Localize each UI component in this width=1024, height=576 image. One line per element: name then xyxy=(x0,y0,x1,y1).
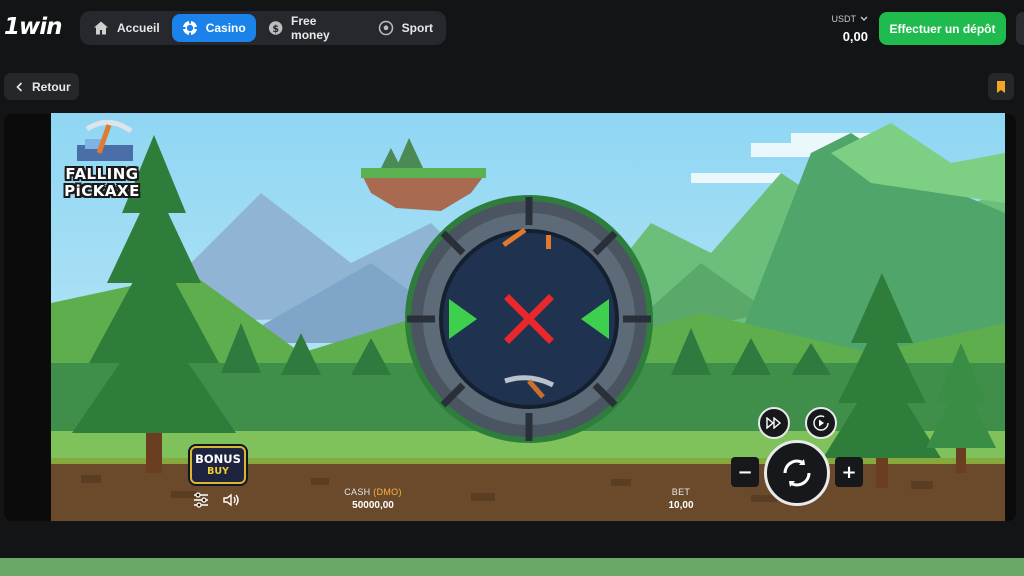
main-nav: Accueil Casino $ Free money Sport xyxy=(80,11,446,45)
logo-word-falling: FALLING xyxy=(65,165,139,183)
site-logo[interactable]: 1win xyxy=(4,14,63,40)
chevron-down-icon xyxy=(860,16,868,21)
cash-value: 50000,00 xyxy=(352,500,394,511)
cash-mode: (DMO) xyxy=(373,487,402,497)
home-icon xyxy=(94,21,108,35)
chevron-left-icon xyxy=(16,81,23,92)
cash-label: CASH xyxy=(344,487,371,497)
nav-item-accueil[interactable]: Accueil xyxy=(83,14,170,42)
nav-item-casino[interactable]: Casino xyxy=(171,14,256,42)
bookmark-icon xyxy=(997,80,1005,93)
decrease-bet-button[interactable]: − xyxy=(731,457,759,487)
bonus-buy-button[interactable]: BONUS BUY xyxy=(190,446,246,484)
deposit-button[interactable]: Effectuer un dépôt xyxy=(879,12,1006,45)
svg-text:$: $ xyxy=(272,24,279,35)
fast-forward-icon xyxy=(766,417,782,429)
currency-label: USDT xyxy=(831,14,857,24)
nav-label: Casino xyxy=(205,21,246,35)
soccer-ball-icon xyxy=(378,20,393,36)
back-button[interactable]: Retour xyxy=(4,73,79,100)
currency-selector[interactable]: USDT xyxy=(822,14,868,24)
nav-label: Accueil xyxy=(117,21,160,35)
casino-chip-icon xyxy=(182,20,198,36)
game-viewport[interactable]: FALLING PiCKAXE BONUS BUY CASH (DMO) 500… xyxy=(51,113,1005,521)
bet-display: BET 10,00 xyxy=(651,487,711,511)
falling-pickaxe-logo: FALLING PiCKAXE xyxy=(61,119,143,205)
autoplay-button[interactable] xyxy=(805,407,837,439)
nav-item-free-money[interactable]: $ Free money xyxy=(258,14,366,42)
bet-label: BET xyxy=(671,487,691,497)
balance-widget[interactable]: USDT 0,00 xyxy=(822,14,869,44)
balance-amount: 0,00 xyxy=(842,29,868,44)
top-header: 1win Accueil Casino $ Free money Sport U… xyxy=(0,0,1024,58)
bonus-label: BONUS xyxy=(195,452,241,466)
cash-display: CASH (DMO) 50000,00 xyxy=(333,487,413,511)
back-label: Retour xyxy=(32,79,71,94)
buy-label: BUY xyxy=(207,466,229,477)
pickaxe-wheel[interactable] xyxy=(401,195,657,443)
logo-word-pickaxe: PiCKAXE xyxy=(64,182,140,200)
bet-value: 10,00 xyxy=(668,500,694,511)
bookmark-button[interactable] xyxy=(988,73,1014,100)
increase-bet-button[interactable]: + xyxy=(835,457,863,487)
autoplay-icon xyxy=(813,415,829,431)
turbo-button[interactable] xyxy=(758,407,790,439)
sound-icon[interactable] xyxy=(222,491,240,509)
settings-sliders-icon[interactable] xyxy=(192,491,210,509)
page-bottom-strip xyxy=(0,558,1024,576)
spin-button[interactable] xyxy=(764,440,830,506)
nav-item-sport[interactable]: Sport xyxy=(368,14,443,42)
pickaxe-logo-icon xyxy=(77,120,133,161)
spin-arrows-icon xyxy=(783,459,811,487)
nav-label: Sport xyxy=(401,21,433,35)
nav-label: Free money xyxy=(291,14,330,42)
profile-button[interactable] xyxy=(1016,12,1024,45)
dollar-coin-icon: $ xyxy=(268,21,283,35)
